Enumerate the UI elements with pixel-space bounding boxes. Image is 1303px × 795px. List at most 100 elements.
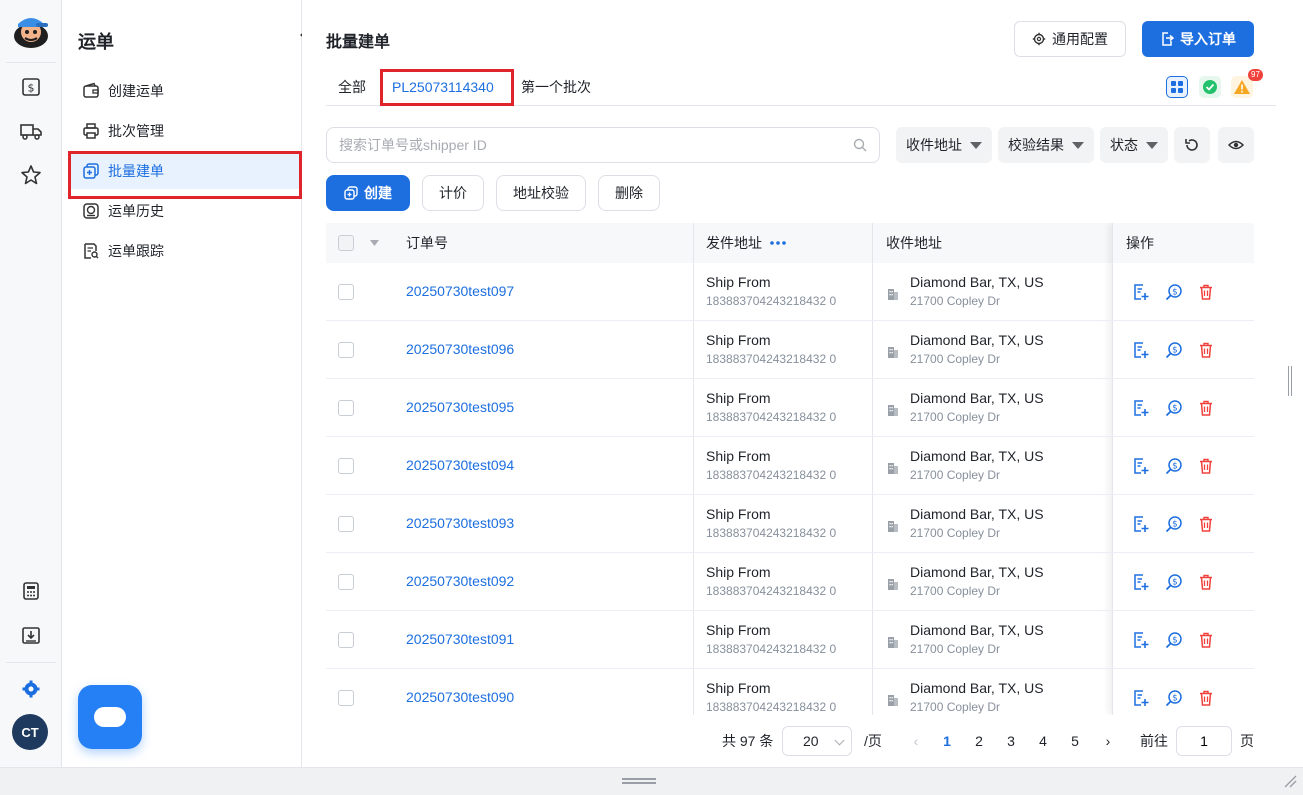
billing-dollar-icon[interactable]: $ <box>18 74 44 100</box>
trash-icon[interactable] <box>1197 399 1215 417</box>
row-checkbox[interactable] <box>338 574 354 590</box>
trash-icon[interactable] <box>1197 689 1215 707</box>
row-checkbox[interactable] <box>338 516 354 532</box>
building-icon <box>888 579 898 590</box>
grid-view-icon[interactable] <box>1166 76 1188 98</box>
select-all-checkbox[interactable] <box>338 235 354 251</box>
next-page-button[interactable]: › <box>1096 726 1120 756</box>
order-number-link[interactable]: 20250730test094 <box>406 457 514 473</box>
order-number-link[interactable]: 20250730test096 <box>406 341 514 357</box>
edit-document-icon[interactable] <box>1132 399 1150 417</box>
sidebar-item-create-waybill[interactable]: 创建运单 <box>70 73 300 109</box>
receiver-address-filter[interactable]: 收件地址 <box>896 127 992 163</box>
price-search-icon[interactable]: $ <box>1165 283 1183 301</box>
edit-document-icon[interactable] <box>1132 457 1150 475</box>
tab-first-batch[interactable]: 第一个批次 <box>521 68 591 106</box>
trash-icon[interactable] <box>1197 457 1215 475</box>
row-checkbox[interactable] <box>338 458 354 474</box>
order-number-link[interactable]: 20250730test090 <box>406 689 514 705</box>
success-check-icon[interactable] <box>1199 76 1221 98</box>
row-checkbox[interactable] <box>338 400 354 416</box>
page-size-select[interactable]: 20 <box>782 726 852 756</box>
price-search-icon[interactable]: $ <box>1165 631 1183 649</box>
prev-page-button[interactable]: ‹ <box>904 726 928 756</box>
sidebar-item-waybill-tracking[interactable]: 运单跟踪 <box>70 233 300 269</box>
import-orders-button[interactable]: 导入订单 <box>1142 21 1254 57</box>
delete-button[interactable]: 删除 <box>598 175 660 211</box>
edit-document-icon[interactable] <box>1132 631 1150 649</box>
page-2-button[interactable]: 2 <box>967 726 991 756</box>
create-label: 创建 <box>364 185 392 201</box>
row-checkbox[interactable] <box>338 632 354 648</box>
validation-result-filter[interactable]: 校验结果 <box>998 127 1094 163</box>
status-filter[interactable]: 状态 <box>1100 127 1168 163</box>
chat-support-button[interactable] <box>78 685 142 749</box>
price-search-icon[interactable]: $ <box>1165 689 1183 707</box>
vertical-resize-handle[interactable] <box>1288 366 1292 396</box>
refresh-button[interactable] <box>1174 127 1210 163</box>
trash-icon[interactable] <box>1197 341 1215 359</box>
edit-document-icon[interactable] <box>1132 515 1150 533</box>
row-checkbox[interactable] <box>338 284 354 300</box>
user-avatar[interactable]: CT <box>12 714 48 750</box>
price-button[interactable]: 计价 <box>422 175 484 211</box>
order-number-link[interactable]: 20250730test095 <box>406 399 514 415</box>
order-number-link[interactable]: 20250730test092 <box>406 573 514 589</box>
edit-document-icon[interactable] <box>1132 689 1150 707</box>
edit-document-icon[interactable] <box>1132 341 1150 359</box>
page-1-button[interactable]: 1 <box>935 726 959 756</box>
calculator-icon[interactable] <box>18 578 44 604</box>
edit-document-icon[interactable] <box>1132 573 1150 591</box>
trash-icon[interactable] <box>1197 573 1215 591</box>
trash-icon[interactable] <box>1197 283 1215 301</box>
settings-gear-icon[interactable] <box>18 676 44 702</box>
sidebar-item-waybill-history[interactable]: 运单历史 <box>70 193 300 229</box>
truck-icon[interactable] <box>18 118 44 144</box>
price-search-icon[interactable]: $ <box>1165 399 1183 417</box>
search-icon[interactable] <box>853 138 867 152</box>
price-search-icon[interactable]: $ <box>1165 573 1183 591</box>
svg-text:$: $ <box>1172 403 1177 413</box>
trash-icon[interactable] <box>1197 515 1215 533</box>
resize-corner-icon[interactable] <box>1283 774 1297 788</box>
order-number-link[interactable]: 20250730test093 <box>406 515 514 531</box>
warning-count-badge: 97 <box>1248 69 1263 81</box>
edit-document-icon[interactable] <box>1132 283 1150 301</box>
to-city: Diamond Bar, TX, US <box>910 680 1044 696</box>
from-name: Ship From <box>706 622 771 638</box>
goto-page-input[interactable] <box>1176 726 1232 756</box>
page-5-button[interactable]: 5 <box>1063 726 1087 756</box>
tracking-icon <box>84 243 99 259</box>
create-button[interactable]: 创建 <box>326 175 410 211</box>
more-dots-icon[interactable] <box>770 241 786 245</box>
chevron-down-icon <box>834 735 845 746</box>
from-name: Ship From <box>706 274 771 290</box>
order-number-link[interactable]: 20250730test091 <box>406 631 514 647</box>
from-id: 183883704243218432 0 <box>706 468 837 482</box>
filter-label: 校验结果 <box>1008 137 1064 153</box>
highlight-outline <box>68 151 302 199</box>
star-icon[interactable] <box>18 162 44 188</box>
price-search-icon[interactable]: $ <box>1165 341 1183 359</box>
general-config-button[interactable]: 通用配置 <box>1014 21 1126 57</box>
icon-rail: $ CT <box>0 0 62 767</box>
page-4-button[interactable]: 4 <box>1031 726 1055 756</box>
chat-bubble-icon <box>94 707 126 727</box>
price-search-icon[interactable]: $ <box>1165 515 1183 533</box>
tab-all[interactable]: 全部 <box>338 68 366 106</box>
caret-down-icon[interactable] <box>370 240 379 246</box>
page-3-button[interactable]: 3 <box>999 726 1023 756</box>
address-validate-button[interactable]: 地址校验 <box>496 175 586 211</box>
sidebar-item-batch-management[interactable]: 批次管理 <box>70 113 300 149</box>
horizontal-resize-handle[interactable] <box>622 778 656 780</box>
row-checkbox[interactable] <box>338 690 354 706</box>
download-box-icon[interactable] <box>18 622 44 648</box>
price-search-icon[interactable]: $ <box>1165 457 1183 475</box>
view-toggle-button[interactable] <box>1218 127 1254 163</box>
order-number-link[interactable]: 20250730test097 <box>406 283 514 299</box>
row-checkbox[interactable] <box>338 342 354 358</box>
from-id: 183883704243218432 0 <box>706 410 837 424</box>
building-icon <box>888 289 898 300</box>
trash-icon[interactable] <box>1197 631 1215 649</box>
search-input[interactable] <box>327 128 827 162</box>
